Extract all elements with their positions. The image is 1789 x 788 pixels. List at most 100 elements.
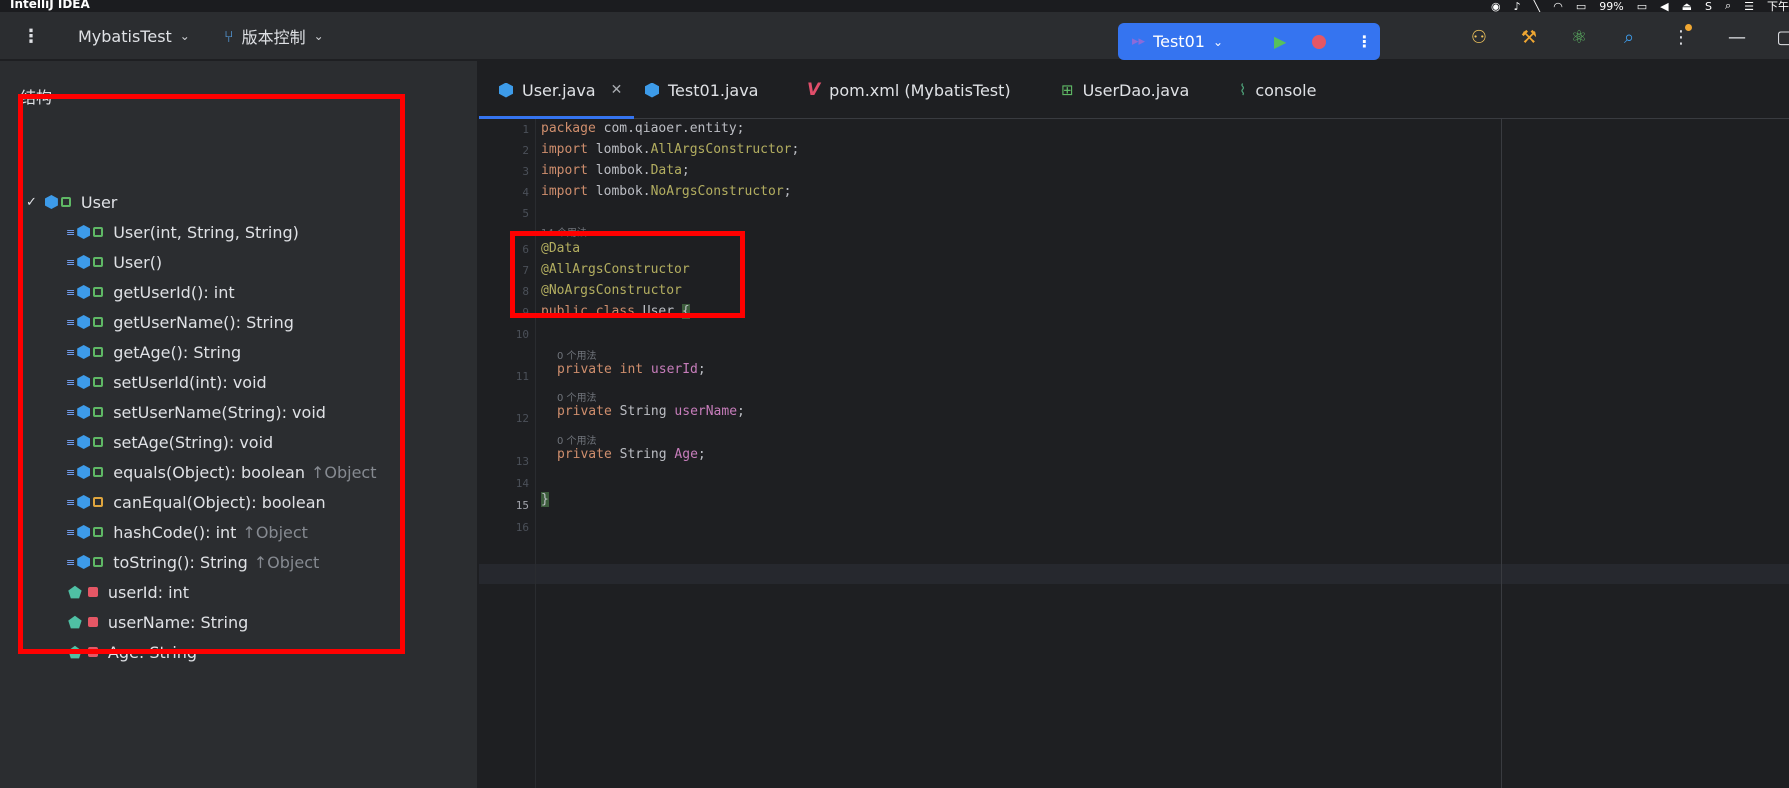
- method-icon: [77, 285, 91, 299]
- usages-hint[interactable]: 0 个用法: [557, 347, 597, 362]
- tab-user-java[interactable]: User.java ✕: [478, 61, 635, 119]
- code-with-me-icon[interactable]: ⚇: [1466, 24, 1492, 50]
- tree-item-label: User(): [113, 252, 163, 272]
- tree-item[interactable]: ≡ getUserId(): int: [66, 277, 235, 307]
- maven-icon: V: [807, 80, 821, 100]
- eject-icon[interactable]: ⏏: [1682, 0, 1692, 13]
- tree-item-label: setUserName(String): void: [113, 402, 326, 422]
- vcs-widget[interactable]: ⑂ 版本控制 ⌄: [224, 12, 324, 60]
- inherited-from: ↑Object: [253, 552, 320, 572]
- usages-hint[interactable]: 0 个用法: [557, 389, 597, 404]
- code-line-2: import lombok.AllArgsConstructor;: [541, 142, 800, 157]
- line-number: 16: [515, 521, 529, 534]
- tab-userdao-java[interactable]: ⊞ UserDao.java: [1061, 61, 1189, 119]
- main-menu-button[interactable]: ⋮: [22, 12, 40, 60]
- line-number: 3: [522, 165, 529, 178]
- public-icon: [93, 467, 104, 477]
- battery-icon[interactable]: ▭: [1637, 0, 1647, 13]
- project-name: MybatisTest: [78, 26, 172, 46]
- chevron-down-icon: ⌄: [179, 29, 190, 43]
- tree-item[interactable]: ⬟ userName: String: [68, 607, 248, 637]
- control-center-icon[interactable]: ☰: [1744, 0, 1754, 13]
- code-line-8: @NoArgsConstructor: [541, 283, 682, 298]
- minimize-icon[interactable]: —: [1724, 24, 1750, 50]
- code-line-4: import lombok.NoArgsConstructor;: [541, 184, 792, 199]
- line-number: 4: [522, 186, 529, 199]
- display-icon[interactable]: ▭: [1576, 0, 1586, 13]
- inherited-from: ↑Object: [310, 462, 377, 482]
- chevron-down-icon: ⌄: [313, 29, 324, 43]
- user-icon[interactable]: ◉: [1491, 0, 1501, 13]
- sogou-icon[interactable]: S: [1705, 0, 1712, 13]
- tree-item[interactable]: ≡ equals(Object): boolean ↑Object: [66, 457, 377, 487]
- more-actions-icon[interactable]: ⋮: [1356, 32, 1372, 51]
- editor-area: User.java ✕ Test01.java V pom.xml (Mybat…: [478, 61, 1789, 788]
- mic-icon[interactable]: ♪: [1514, 0, 1521, 13]
- run-widget: ▸▸ Test01 ⌄ ▶ ⋮: [1118, 23, 1380, 60]
- tree-item-label: setUserId(int): void: [113, 372, 267, 392]
- close-icon[interactable]: ✕: [611, 82, 623, 98]
- expand-chevron-icon[interactable]: ✓: [26, 195, 37, 210]
- tree-item-label: userName: String: [107, 612, 249, 632]
- field-icon: ⬟: [68, 612, 82, 632]
- line-number: 1: [522, 123, 529, 136]
- editor-tabs: User.java ✕ Test01.java V pom.xml (Mybat…: [478, 61, 1789, 119]
- line-number: 7: [522, 264, 529, 277]
- build-tools-icon[interactable]: ⚒: [1516, 24, 1542, 50]
- search-everywhere-icon[interactable]: ⌕: [1616, 24, 1642, 50]
- field-icon: ⬟: [68, 582, 82, 602]
- private-icon: [87, 647, 98, 657]
- tab-label: Test01.java: [668, 80, 759, 100]
- run-config-selector[interactable]: ▸▸ Test01 ⌄: [1132, 32, 1252, 51]
- run-icon[interactable]: ▶: [1274, 32, 1286, 51]
- settings-menu-icon[interactable]: ⋮: [1668, 24, 1694, 50]
- code-line-1: package com.qiaoer.entity;: [541, 121, 745, 136]
- method-icon: [77, 225, 91, 239]
- project-selector[interactable]: MybatisTest ⌄: [78, 12, 190, 60]
- test-icon: ▸▸: [1132, 34, 1146, 49]
- tab-console[interactable]: ⌇ console: [1239, 61, 1316, 119]
- method-icon: [77, 495, 91, 509]
- line-number: 8: [522, 285, 529, 298]
- tree-item[interactable]: ≡ getUserName(): String: [66, 307, 294, 337]
- tree-item[interactable]: ≡ hashCode(): int ↑Object: [66, 517, 308, 547]
- maximize-icon[interactable]: ▢: [1772, 24, 1789, 50]
- tab-pom-xml[interactable]: V pom.xml (MybatisTest): [807, 61, 1011, 119]
- line-number: 9: [522, 306, 529, 319]
- tree-item[interactable]: ≡ canEqual(Object): boolean: [66, 487, 326, 517]
- pen-icon[interactable]: ╲: [1534, 0, 1541, 13]
- structure-panel: 结构 ✓ User ≡ User(int, String, String) ≡ …: [0, 61, 478, 788]
- usages-hint[interactable]: 14 个用法: [541, 224, 587, 239]
- tree-root-user[interactable]: ✓ User: [26, 187, 117, 217]
- tree-item[interactable]: ⬟ userId: int: [68, 577, 189, 607]
- line-number: 14: [515, 477, 529, 490]
- tree-item[interactable]: ≡ User(int, String, String): [66, 217, 299, 247]
- tree-item-label: toString(): String: [113, 552, 248, 572]
- class-icon: [645, 82, 659, 98]
- usages-hint[interactable]: 0 个用法: [557, 432, 597, 447]
- method-icon: [77, 525, 91, 539]
- ai-assistant-icon[interactable]: ⚛: [1566, 24, 1592, 50]
- tree-item[interactable]: ≡ setAge(String): void: [66, 427, 273, 457]
- chevron-down-icon: ⌄: [1212, 34, 1223, 49]
- public-icon: [93, 317, 104, 327]
- class-icon: [499, 82, 513, 98]
- tree-item[interactable]: ≡ setUserId(int): void: [66, 367, 267, 397]
- tree-item[interactable]: ≡ User(): [66, 247, 162, 277]
- tree-item[interactable]: ≡ toString(): String ↑Object: [66, 547, 319, 577]
- volume-icon[interactable]: ◀: [1660, 0, 1668, 13]
- field-icon: ⬟: [68, 642, 82, 662]
- tree-item-label: hashCode(): int: [113, 522, 237, 542]
- tree-item[interactable]: ≡ setUserName(String): void: [66, 397, 326, 427]
- debug-icon[interactable]: [1312, 34, 1327, 49]
- code-line-11: private int userId;: [557, 362, 706, 377]
- branch-icon: ⑂: [224, 26, 234, 46]
- wifi-icon[interactable]: ◠: [1553, 0, 1563, 13]
- tree-item[interactable]: ≡ getAge(): String: [66, 337, 241, 367]
- public-icon: [93, 527, 104, 537]
- public-icon: [93, 257, 104, 267]
- method-icon: [77, 345, 91, 359]
- tree-item[interactable]: ⬟ Age: String: [68, 637, 197, 667]
- tab-test01-java[interactable]: Test01.java: [645, 61, 758, 119]
- method-icon: [77, 405, 91, 419]
